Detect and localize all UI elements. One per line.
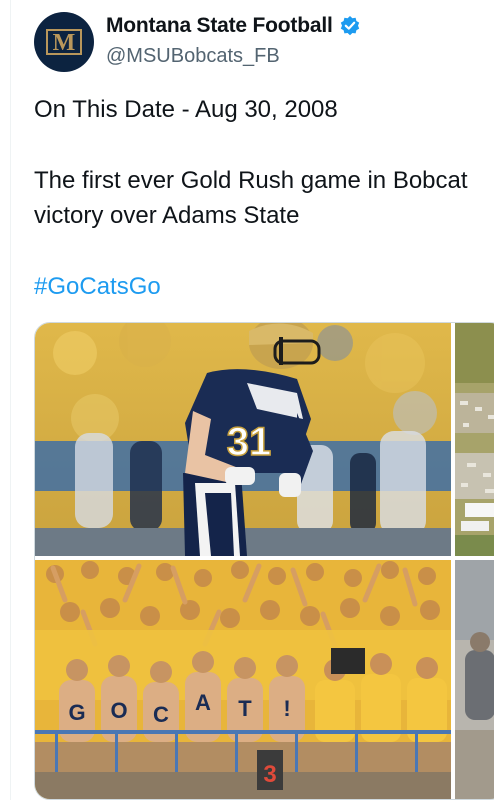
painted-letter: A xyxy=(195,690,211,715)
hashtag-link[interactable]: #GoCatsGo xyxy=(34,270,161,304)
verified-badge-icon[interactable] xyxy=(339,15,361,37)
painted-letter: O xyxy=(110,698,127,723)
tweet-text-line-3: victory over Adams State xyxy=(34,202,300,229)
author-name-row: Montana State Football xyxy=(106,14,361,38)
jersey-number: 31 xyxy=(227,420,272,464)
painted-letter: C xyxy=(153,702,169,727)
timeline-divider xyxy=(10,0,11,800)
painted-letter: T xyxy=(238,696,252,721)
media-grid: 31 G O C A T ! 3 xyxy=(34,322,494,800)
photo-tailgate-aerial[interactable] xyxy=(455,323,494,556)
msu-logo-icon: M xyxy=(46,29,82,56)
author-handle[interactable]: @MSUBobcats_FB xyxy=(106,45,280,68)
avatar[interactable]: M xyxy=(34,12,94,72)
author-display-name[interactable]: Montana State Football xyxy=(106,14,333,38)
avatar-letter: M xyxy=(53,30,76,56)
painted-letter: ! xyxy=(283,696,290,721)
section-sign-number: 3 xyxy=(263,761,276,788)
tweet-text-line-2: The first ever Gold Rush game in Bobcat xyxy=(34,167,468,194)
photo-gold-rush-fans[interactable]: G O C A T ! 3 xyxy=(35,560,451,799)
tweet-text-line-1: On This Date - Aug 30, 2008 xyxy=(34,96,338,123)
photo-football-player[interactable]: 31 xyxy=(35,323,451,556)
painted-letter: G xyxy=(68,700,85,725)
photo-partial-fourth[interactable] xyxy=(455,560,494,799)
